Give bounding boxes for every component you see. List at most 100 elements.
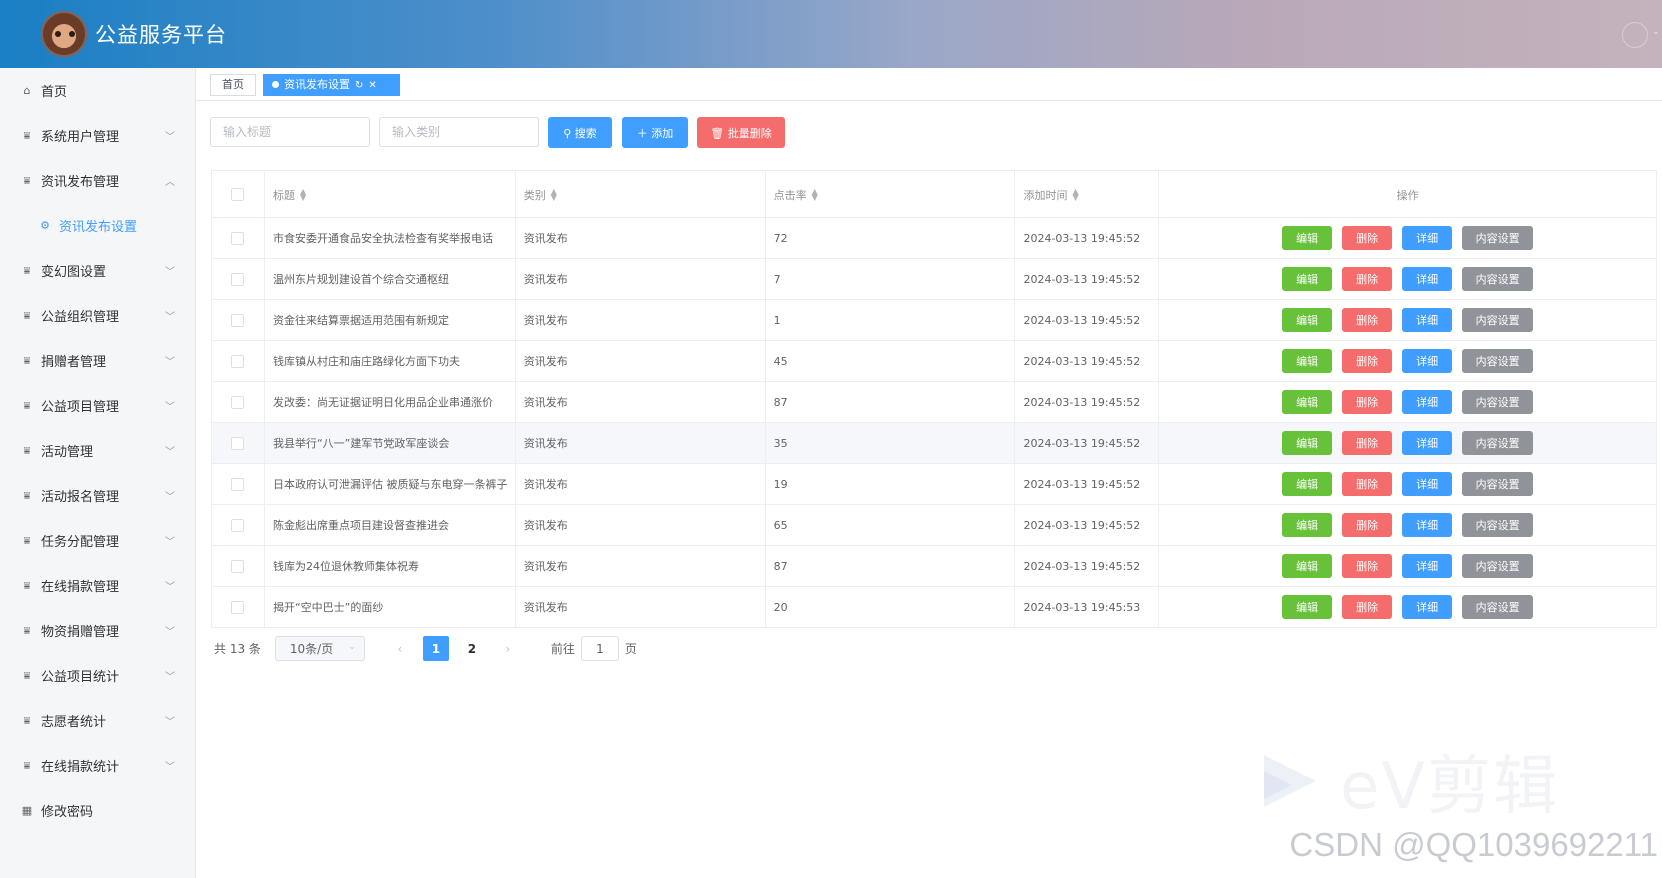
sort-icon[interactable]: ▲ ▼ [300, 187, 306, 201]
tab-home[interactable]: 首页 [210, 74, 256, 96]
row-checkbox[interactable] [231, 354, 245, 368]
detail-button[interactable]: 详细 [1402, 595, 1453, 619]
title-search-input[interactable] [210, 117, 370, 147]
user-avatar-button[interactable] [1622, 22, 1648, 48]
delete-button[interactable]: 删除 [1342, 390, 1393, 414]
sidebar-item-13[interactable]: ⩸ 公益项目统计 ﹀ [0, 653, 195, 698]
chevron-up-icon[interactable]: ︿ [165, 173, 175, 188]
search-button[interactable]: ⚲ 搜索 [548, 117, 612, 148]
edit-button[interactable]: 编辑 [1282, 554, 1333, 578]
row-checkbox[interactable] [231, 436, 245, 450]
delete-button[interactable]: 删除 [1342, 267, 1393, 291]
select-all-checkbox[interactable] [231, 188, 245, 201]
sidebar-item-6[interactable]: ⩸ 捐赠者管理 ﹀ [0, 338, 195, 383]
row-checkbox[interactable] [231, 559, 245, 573]
detail-button[interactable]: 详细 [1402, 431, 1453, 455]
content-settings-button[interactable]: 内容设置 [1462, 308, 1534, 332]
chevron-down-icon[interactable]: ﹀ [165, 398, 175, 413]
delete-button[interactable]: 删除 [1342, 308, 1393, 332]
table-row[interactable]: 资金往来结算票据适用范围有新规定 资讯发布 1 2024-03-13 19:45:52… [212, 300, 1657, 341]
sidebar-item-2[interactable]: ⩸ 资讯发布管理 ︿ [0, 158, 195, 203]
table-row[interactable]: 日本政府认可泄漏评估 被质疑与东电穿一条裤子 资讯发布 19 2024-03-13 1… [212, 464, 1657, 505]
add-button[interactable]: ＋ 添加 [622, 117, 688, 148]
delete-button[interactable]: 删除 [1342, 431, 1393, 455]
content-settings-button[interactable]: 内容设置 [1462, 513, 1534, 537]
page-button-1[interactable]: 1 [422, 636, 449, 661]
delete-button[interactable]: 删除 [1342, 226, 1393, 250]
edit-button[interactable]: 编辑 [1282, 308, 1333, 332]
table-row[interactable]: 钱库为24位退休教师集体祝寿 资讯发布 87 2024-03-13 19:45:52 编… [212, 546, 1657, 587]
delete-button[interactable]: 删除 [1342, 349, 1393, 373]
edit-button[interactable]: 编辑 [1282, 267, 1333, 291]
chevron-down-icon[interactable]: ﹀ [165, 713, 175, 728]
sidebar-item-11[interactable]: ⩸ 在线捐款管理 ﹀ [0, 563, 195, 608]
edit-button[interactable]: 编辑 [1282, 390, 1333, 414]
refresh-icon[interactable]: ↻ [355, 80, 363, 91]
table-row[interactable]: 市食安委开通食品安全执法检查有奖举报电话 资讯发布 72 2024-03-13 19:… [212, 218, 1657, 259]
table-row[interactable]: 钱库镇从村庄和庙庄路绿化方面下功夫 资讯发布 45 2024-03-13 19:45:… [212, 341, 1657, 382]
row-checkbox[interactable] [231, 395, 245, 409]
delete-button[interactable]: 删除 [1342, 554, 1393, 578]
edit-button[interactable]: 编辑 [1282, 472, 1333, 496]
table-row[interactable]: 发改委：尚无证据证明日化用品企业串通涨价 资讯发布 87 2024-03-13 19:… [212, 382, 1657, 423]
category-search-input[interactable] [379, 117, 539, 147]
chevron-down-icon[interactable]: ﹀ [165, 758, 175, 773]
sidebar-item-3[interactable]: ⚙ 资讯发布设置 [0, 203, 195, 248]
sidebar-item-4[interactable]: ⩸ 变幻图设置 ﹀ [0, 248, 195, 293]
detail-button[interactable]: 详细 [1402, 267, 1453, 291]
sidebar-item-8[interactable]: ⩸ 活动管理 ﹀ [0, 428, 195, 473]
prev-page-button[interactable]: ‹ [387, 636, 413, 661]
chevron-down-icon[interactable]: ﹀ [165, 533, 175, 548]
sidebar-item-5[interactable]: ⩸ 公益组织管理 ﹀ [0, 293, 195, 338]
delete-button[interactable]: 删除 [1342, 513, 1393, 537]
detail-button[interactable]: 详细 [1402, 513, 1453, 537]
page-button-2[interactable]: 2 [459, 636, 485, 661]
edit-button[interactable]: 编辑 [1282, 513, 1333, 537]
table-row[interactable]: 揭开“空中巴士”的面纱 资讯发布 20 2024-03-13 19:45:53 编辑 删除… [212, 587, 1657, 628]
chevron-down-icon[interactable]: ﹀ [165, 128, 175, 143]
sidebar-item-9[interactable]: ⩸ 活动报名管理 ﹀ [0, 473, 195, 518]
header-clicks[interactable]: 点击率 ▲ ▼ [766, 171, 1016, 218]
table-row[interactable]: 陈金彪出席重点项目建设督查推进会 资讯发布 65 2024-03-13 19:45:5… [212, 505, 1657, 546]
chevron-down-icon[interactable]: ﹀ [165, 353, 175, 368]
edit-button[interactable]: 编辑 [1282, 349, 1333, 373]
row-checkbox[interactable] [231, 600, 245, 614]
sidebar-item-12[interactable]: ⩸ 物资捐赠管理 ﹀ [0, 608, 195, 653]
goto-page-input[interactable] [580, 636, 619, 661]
sidebar-item-10[interactable]: ⩸ 任务分配管理 ﹀ [0, 518, 195, 563]
detail-button[interactable]: 详细 [1402, 308, 1453, 332]
row-checkbox[interactable] [231, 272, 245, 286]
header-title[interactable]: 标题 ▲ ▼ [265, 171, 516, 218]
detail-button[interactable]: 详细 [1402, 226, 1453, 250]
sidebar-item-15[interactable]: ⩸ 在线捐款统计 ﹀ [0, 743, 195, 788]
chevron-down-icon[interactable]: ﹀ [165, 623, 175, 638]
chevron-down-icon[interactable]: ﹀ [165, 443, 175, 458]
next-page-button[interactable]: › [495, 636, 521, 661]
content-settings-button[interactable]: 内容设置 [1462, 267, 1534, 291]
header-time[interactable]: 添加时间 ▲ ▼ [1015, 171, 1160, 218]
sidebar-item-1[interactable]: ⩸ 系统用户管理 ﹀ [0, 113, 195, 158]
sidebar-item-14[interactable]: ⩸ 志愿者统计 ﹀ [0, 698, 195, 743]
content-settings-button[interactable]: 内容设置 [1462, 472, 1534, 496]
row-checkbox[interactable] [231, 477, 245, 491]
chevron-down-icon[interactable]: ﹀ [165, 488, 175, 503]
chevron-down-icon[interactable]: ﹀ [165, 263, 175, 278]
content-settings-button[interactable]: 内容设置 [1462, 431, 1534, 455]
content-settings-button[interactable]: 内容设置 [1462, 595, 1534, 619]
sidebar-item-0[interactable]: ⌂ 首页 [0, 68, 195, 113]
chevron-down-icon[interactable]: ﹀ [165, 308, 175, 323]
content-settings-button[interactable]: 内容设置 [1462, 554, 1534, 578]
edit-button[interactable]: 编辑 [1282, 431, 1333, 455]
content-settings-button[interactable]: 内容设置 [1462, 226, 1534, 250]
chevron-down-icon[interactable]: ﹀ [165, 668, 175, 683]
detail-button[interactable]: 详细 [1402, 554, 1453, 578]
batch-delete-button[interactable]: 🗑 批量删除 [697, 117, 785, 148]
sort-icon[interactable]: ▲ ▼ [1072, 187, 1078, 201]
sidebar-item-16[interactable]: ▦ 修改密码 [0, 788, 195, 833]
content-settings-button[interactable]: 内容设置 [1462, 390, 1534, 414]
row-checkbox[interactable] [231, 518, 245, 532]
header-category[interactable]: 类别 ▲ ▼ [516, 171, 766, 218]
sort-icon[interactable]: ▲ ▼ [812, 187, 818, 201]
sort-icon[interactable]: ▲ ▼ [551, 187, 557, 201]
edit-button[interactable]: 编辑 [1282, 595, 1333, 619]
